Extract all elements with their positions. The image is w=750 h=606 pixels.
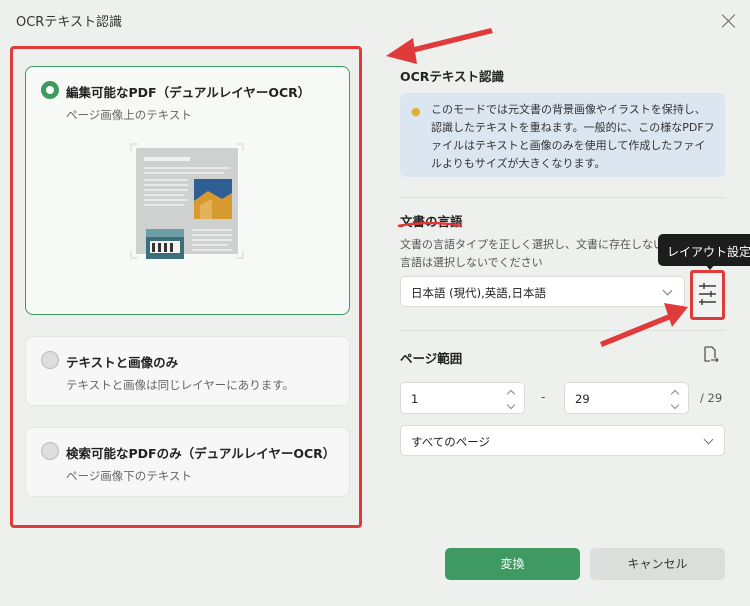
- dialog-title: OCRテキスト認識: [16, 15, 122, 30]
- spin-down-icon[interactable]: [506, 400, 516, 410]
- language-select[interactable]: 日本語 (現代),英語,日本語: [400, 276, 685, 307]
- annotation-highlight-box: [10, 46, 362, 528]
- close-icon[interactable]: [718, 10, 740, 32]
- language-section-title: 文書の言語: [400, 214, 463, 229]
- lightbulb-icon: ●: [411, 105, 421, 118]
- page-preset-value: すべてのページ: [411, 435, 491, 449]
- chevron-down-icon: [662, 285, 673, 296]
- page-to-input[interactable]: 29: [564, 382, 689, 414]
- spin-up-icon[interactable]: [506, 389, 516, 399]
- sliders-icon: [699, 283, 716, 305]
- annotation-arrow-settings: [600, 303, 688, 347]
- info-box: ● このモードでは元文書の背景画像やイラストを保持し、認識したテキストを重ねます…: [400, 93, 725, 177]
- layout-settings-button[interactable]: [690, 270, 725, 320]
- page-from-value: 1: [411, 392, 419, 406]
- divider: [400, 197, 725, 198]
- page-preset-select[interactable]: すべてのページ: [400, 425, 725, 456]
- language-help-text: 文書の言語タイプを正しく選択し、文書に存在しない言語は選択しないでください: [400, 238, 664, 269]
- page-range-title: ページ範囲: [400, 351, 463, 366]
- info-text: このモードでは元文書の背景画像やイラストを保持し、認識したテキストを重ねます。一…: [431, 103, 715, 170]
- tooltip: レイアウト設定: [658, 234, 750, 266]
- tooltip-text: レイアウト設定: [667, 245, 750, 259]
- language-select-value: 日本語 (現代),英語,日本語: [411, 286, 546, 300]
- spin-up-icon[interactable]: [670, 389, 680, 399]
- convert-button[interactable]: 変換: [445, 548, 580, 580]
- spin-down-icon[interactable]: [670, 400, 680, 410]
- range-separator: -: [541, 390, 546, 404]
- page-from-input[interactable]: 1: [400, 382, 525, 414]
- ocr-section-title: OCRテキスト認識: [400, 69, 505, 84]
- page-total: / 29: [700, 391, 723, 405]
- page-to-value: 29: [575, 392, 590, 406]
- tooltip-arrow: [705, 264, 715, 270]
- page-swap-icon[interactable]: [700, 345, 720, 365]
- chevron-down-icon: [703, 434, 714, 445]
- cancel-button[interactable]: キャンセル: [590, 548, 725, 580]
- annotation-arrow-top: [386, 28, 493, 64]
- divider: [400, 330, 725, 331]
